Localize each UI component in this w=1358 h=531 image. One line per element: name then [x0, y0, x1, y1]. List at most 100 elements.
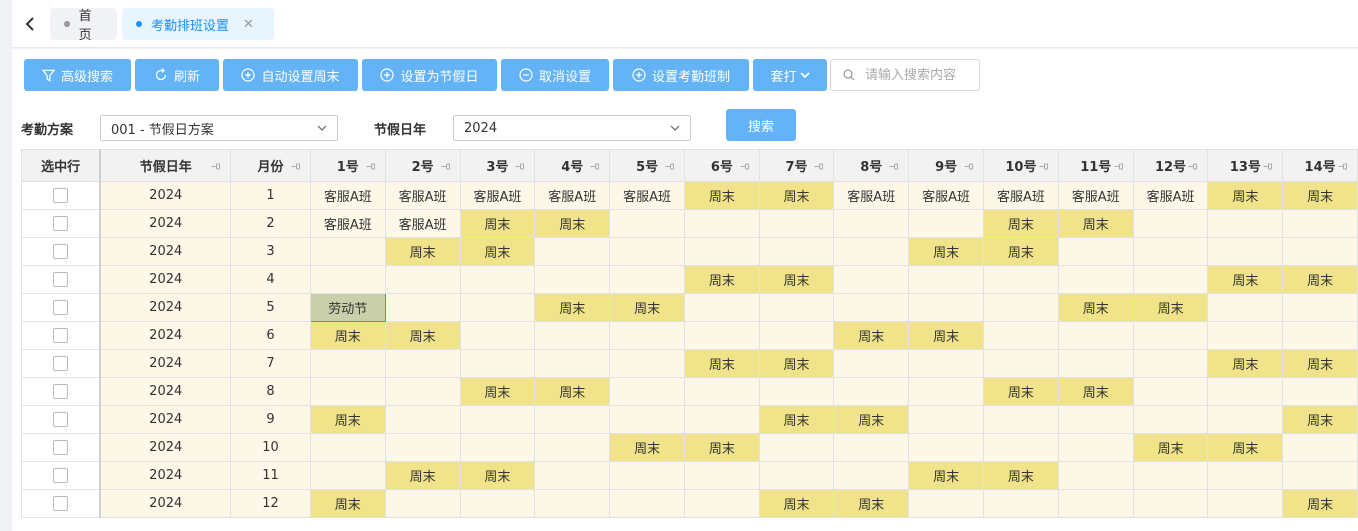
row-checkbox[interactable] [53, 244, 69, 259]
column-header[interactable]: 8号 [833, 149, 910, 182]
day-cell[interactable] [459, 321, 536, 350]
day-cell[interactable] [1282, 321, 1358, 350]
day-cell[interactable] [1057, 237, 1134, 266]
column-header[interactable]: 1号 [309, 149, 386, 182]
day-cell[interactable]: 周末 [758, 265, 835, 294]
row-checkbox[interactable] [53, 272, 69, 287]
day-cell[interactable]: 客服A班 [833, 181, 910, 210]
column-header[interactable]: 3号 [459, 149, 536, 182]
day-cell[interactable] [609, 209, 685, 238]
day-cell[interactable] [1057, 405, 1134, 434]
apply-dropdown-button[interactable]: 套打 [753, 59, 827, 91]
pin-icon[interactable] [441, 160, 452, 175]
day-cell[interactable] [684, 293, 760, 322]
table-row[interactable]: 2024 12 周末 周末 周末 周末 [21, 489, 1358, 518]
day-cell[interactable] [459, 489, 536, 518]
day-cell[interactable]: 周末 [534, 209, 611, 238]
pin-icon[interactable] [889, 160, 900, 175]
column-header[interactable]: 14号 [1282, 149, 1358, 182]
day-cell[interactable] [309, 433, 386, 462]
day-cell[interactable] [983, 405, 1059, 434]
row-checkbox[interactable] [53, 440, 69, 455]
day-cell[interactable] [684, 321, 760, 350]
day-cell[interactable]: 周末 [609, 433, 685, 462]
day-cell[interactable] [384, 489, 461, 518]
pin-icon[interactable] [590, 160, 601, 175]
day-cell[interactable] [908, 293, 984, 322]
day-cell[interactable] [908, 433, 984, 462]
day-cell[interactable] [609, 377, 685, 406]
table-row[interactable]: 2024 9 周末 周末 周末 周末 [21, 405, 1358, 434]
day-cell[interactable]: 周末 [1057, 293, 1134, 322]
day-cell[interactable] [1207, 237, 1284, 266]
day-cell[interactable] [534, 349, 611, 378]
day-cell[interactable]: 周末 [758, 405, 835, 434]
column-header[interactable]: 月份 [230, 149, 311, 182]
day-cell[interactable]: 周末 [758, 349, 835, 378]
day-cell[interactable] [609, 489, 685, 518]
day-cell[interactable] [1132, 321, 1209, 350]
day-cell[interactable]: 周末 [908, 237, 984, 266]
day-cell[interactable] [908, 349, 984, 378]
day-cell[interactable] [908, 377, 984, 406]
day-cell[interactable] [534, 433, 611, 462]
day-cell[interactable] [1282, 293, 1358, 322]
day-cell[interactable] [908, 265, 984, 294]
table-row[interactable]: 2024 1 客服A班 客服A班 客服A班 客服A班 客服A班 周末 周末 客服A班 客服A班 客服A… [21, 181, 1358, 210]
day-cell[interactable] [534, 321, 611, 350]
day-cell[interactable] [1057, 433, 1134, 462]
day-cell[interactable] [609, 265, 685, 294]
day-cell[interactable] [684, 237, 760, 266]
day-cell[interactable]: 周末 [1207, 349, 1284, 378]
day-cell[interactable]: 周末 [1207, 181, 1284, 210]
row-checkbox[interactable] [53, 300, 69, 315]
row-checkbox[interactable] [53, 216, 69, 231]
day-cell[interactable] [459, 433, 536, 462]
day-cell[interactable]: 周末 [309, 489, 386, 518]
day-cell[interactable] [758, 209, 835, 238]
day-cell[interactable] [534, 405, 611, 434]
day-cell[interactable]: 客服A班 [309, 209, 386, 238]
day-cell[interactable]: 周末 [758, 181, 835, 210]
day-cell[interactable] [758, 461, 835, 490]
day-cell[interactable] [384, 433, 461, 462]
table-row[interactable]: 2024 3 周末 周末 周末 周末 [21, 237, 1358, 266]
day-cell[interactable]: 客服A班 [983, 181, 1059, 210]
day-cell[interactable] [1132, 265, 1209, 294]
day-cell[interactable]: 客服A班 [609, 181, 685, 210]
day-cell[interactable]: 周末 [309, 405, 386, 434]
pin-icon[interactable] [814, 160, 825, 175]
refresh-button[interactable]: 刷新 [135, 59, 219, 91]
day-cell[interactable]: 周末 [1132, 433, 1209, 462]
day-cell[interactable]: 周末 [534, 377, 611, 406]
day-cell[interactable] [833, 461, 910, 490]
day-cell[interactable] [983, 321, 1059, 350]
day-cell[interactable] [1207, 489, 1284, 518]
day-cell[interactable] [1132, 405, 1209, 434]
day-cell[interactable] [534, 461, 611, 490]
day-cell[interactable] [1057, 349, 1134, 378]
row-checkbox[interactable] [53, 356, 69, 371]
column-header[interactable]: 13号 [1207, 149, 1284, 182]
day-cell[interactable] [1132, 349, 1209, 378]
table-row[interactable]: 2024 6 周末 周末 周末 周末 [21, 321, 1358, 350]
column-header[interactable]: 12号 [1132, 149, 1209, 182]
day-cell[interactable] [758, 433, 835, 462]
day-cell[interactable]: 客服A班 [384, 209, 461, 238]
tab-attendance-schedule[interactable]: 考勤排班设置 ✕ [122, 8, 274, 40]
tab-home[interactable]: 首页 [50, 8, 117, 43]
day-cell[interactable] [309, 265, 386, 294]
day-cell[interactable] [534, 265, 611, 294]
day-cell[interactable] [983, 293, 1059, 322]
column-header[interactable]: 5号 [609, 149, 685, 182]
close-icon[interactable]: ✕ [243, 17, 254, 32]
row-checkbox[interactable] [53, 384, 69, 399]
plan-select[interactable]: 001 - 节假日方案 [100, 115, 338, 141]
day-cell[interactable] [983, 349, 1059, 378]
day-cell[interactable] [1132, 489, 1209, 518]
day-cell[interactable]: 劳动节 [309, 293, 386, 322]
pin-icon[interactable] [740, 160, 751, 175]
day-cell[interactable] [1282, 209, 1358, 238]
day-cell[interactable] [609, 461, 685, 490]
row-checkbox[interactable] [53, 412, 69, 427]
